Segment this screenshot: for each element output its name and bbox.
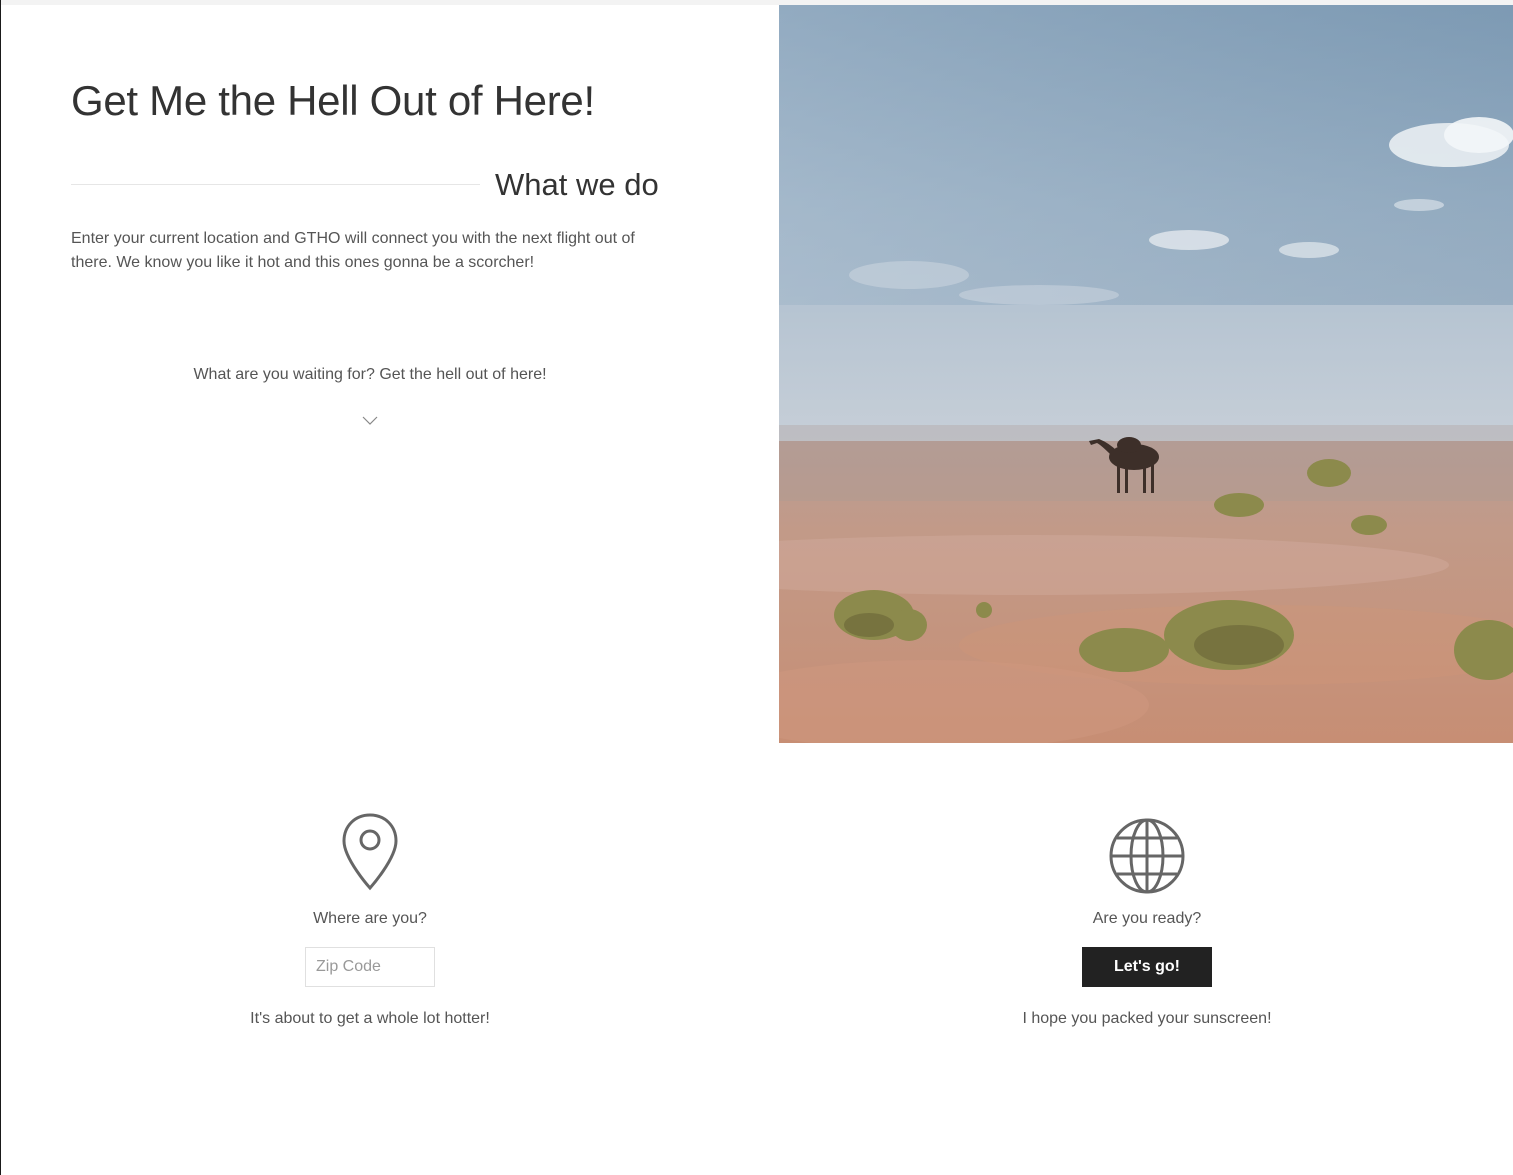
page-title: Get Me the Hell Out of Here! [71,77,595,124]
cta-text: What are you waiting for? Get the hell o… [193,366,547,383]
location-subtext: It's about to get a whole lot hotter! [250,1010,490,1027]
ready-label: Are you ready? [1092,910,1202,927]
chevron-down-icon[interactable] [362,416,378,426]
ready-subtext: I hope you packed your sunscreen! [1022,1010,1272,1027]
section-title: What we do [495,167,659,202]
features-section: Where are you? It's about to get a whole… [0,743,1513,1175]
globe-icon [1109,818,1185,894]
lets-go-button[interactable]: Let's go! [1082,947,1212,987]
section-divider [71,184,480,185]
map-pin-icon [342,813,398,891]
description-text: Enter your current location and GTHO wil… [71,230,635,271]
location-label: Where are you? [313,910,427,927]
desert-photo [779,5,1513,743]
zip-code-input[interactable] [305,947,435,987]
hero-section: Get Me the Hell Out of Here! What we do … [0,5,1513,743]
